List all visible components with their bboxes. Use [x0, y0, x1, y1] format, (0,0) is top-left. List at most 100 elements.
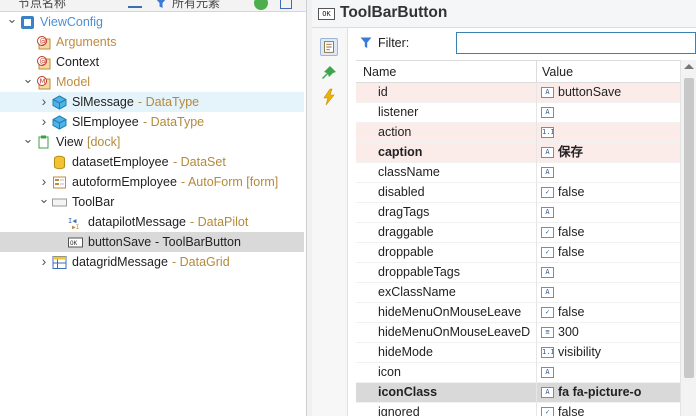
property-row[interactable]: action 1.1 [356, 123, 680, 143]
property-value-cell[interactable]: Afa fa-picture-o [537, 383, 680, 402]
property-name: ignored [378, 405, 420, 416]
tree-header-title: 节点名称 [18, 0, 67, 10]
property-row[interactable]: listener A [356, 103, 680, 123]
chevron-down-icon[interactable]: ⌄ [6, 12, 18, 32]
properties-icon[interactable] [320, 38, 338, 56]
tree-node[interactable]: @ Context [0, 52, 304, 72]
tree-node[interactable]: I◀ ▶I datapilotMessage - DataPilot [0, 212, 304, 232]
chevron-down-icon[interactable]: ⌄ [22, 132, 34, 152]
property-value-cell[interactable]: A [537, 103, 680, 122]
property-name: iconClass [378, 385, 438, 399]
property-row[interactable]: disabled ✓ false [356, 183, 680, 203]
tree-node-label: View [56, 135, 83, 149]
property-value-cell[interactable]: 1.1 visibility [537, 343, 680, 362]
property-row[interactable]: caption A 保存 [356, 143, 680, 163]
text-type-icon: A [541, 367, 554, 378]
property-row[interactable]: dragTags A [356, 203, 680, 223]
chevron-right-icon[interactable]: › [38, 92, 50, 112]
property-value-cell[interactable]: ✓ false [537, 183, 680, 202]
property-row[interactable]: draggable ✓ false [356, 223, 680, 243]
tree-node[interactable]: › SlEmployee - DataType [0, 112, 304, 132]
tree-node[interactable]: ⌄ M Model [0, 72, 304, 92]
property-grid-header: Name Value [356, 61, 680, 83]
filter-input[interactable] [456, 32, 696, 54]
tree-node[interactable]: › datagridMessage - DataGrid [0, 252, 304, 272]
property-value-cell[interactable]: ✓ false [537, 243, 680, 262]
tree-node[interactable]: OK buttonSave - ToolBarButton [0, 232, 304, 252]
property-row[interactable]: droppable ✓ false [356, 243, 680, 263]
filter-icon[interactable] [154, 0, 168, 9]
panel-title: ToolBarButton [340, 4, 448, 21]
tree-node[interactable]: › autoformEmployee - AutoForm [form] [0, 172, 304, 192]
property-row[interactable]: icon A [356, 363, 680, 383]
scrollbar-thumb[interactable] [684, 78, 694, 378]
lightning-icon[interactable] [320, 88, 338, 106]
property-value-cell[interactable]: ✓ false [537, 403, 680, 416]
property-row[interactable]: hideMode 1.1 visibility [356, 343, 680, 363]
element-filter-select[interactable]: 所有元素 [172, 0, 220, 11]
chevron-right-icon[interactable]: › [38, 252, 50, 272]
svg-text:@: @ [40, 58, 47, 66]
property-name: droppable [378, 245, 434, 259]
chevron-right-icon[interactable]: › [38, 172, 50, 192]
text-type-icon: A [541, 107, 554, 118]
tree-node-label: Context [56, 55, 100, 69]
property-row[interactable]: iconClass Afa fa-picture-o [356, 383, 680, 403]
pin-icon[interactable] [320, 64, 338, 82]
column-header-name[interactable]: Name [363, 65, 396, 79]
property-value-cell[interactable]: 1.1 [537, 123, 680, 142]
property-row[interactable]: droppableTags A [356, 263, 680, 283]
property-row[interactable]: exClassName A [356, 283, 680, 303]
properties-panel: OK ToolBarButton Filter: Name Value id Ab… [312, 0, 696, 416]
property-value-cell[interactable]: ✓ false [537, 223, 680, 242]
property-row[interactable]: ignored ✓ false [356, 403, 680, 416]
property-name: disabled [378, 185, 425, 199]
boolean-type-icon: ✓ [541, 227, 554, 238]
property-value-cell[interactable]: A [537, 283, 680, 302]
chevron-down-icon[interactable]: ⌄ [22, 72, 34, 92]
tree-node[interactable]: ⌄ ToolBar [0, 192, 304, 212]
tree-node[interactable]: ⌄ ViewConfig [0, 12, 304, 32]
property-value: buttonSave [558, 85, 622, 99]
property-row[interactable]: id AbuttonSave [356, 83, 680, 103]
boolean-type-icon: ✓ [541, 307, 554, 318]
property-row[interactable]: hideMenuOnMouseLeaveD ≡ 300 [356, 323, 680, 343]
tree-node[interactable]: datasetEmployee - DataSet [0, 152, 304, 172]
svg-text:@: @ [40, 38, 47, 46]
collapse-all-icon[interactable] [128, 0, 142, 8]
property-value-cell[interactable]: A [537, 203, 680, 222]
number-type-icon: 1.1 [541, 347, 554, 358]
boolean-type-icon: ✓ [541, 247, 554, 258]
text-type-icon: A [541, 87, 554, 98]
context-icon: @ [36, 55, 51, 70]
scroll-up-icon[interactable] [684, 64, 694, 69]
tree-node[interactable]: › SlMessage - DataType [0, 92, 304, 112]
tree-node-label: SlEmployee [72, 115, 139, 129]
property-value-cell[interactable]: A [537, 163, 680, 182]
tree-node-type: - DataPilot [190, 215, 249, 229]
tree-node[interactable]: ⌄ View [dock] [0, 132, 304, 152]
property-value-cell[interactable]: A 保存 [537, 143, 680, 162]
vertical-scrollbar[interactable] [680, 60, 696, 416]
tree-node[interactable]: @ Arguments [0, 32, 304, 52]
property-row[interactable]: className A [356, 163, 680, 183]
property-name: caption [378, 145, 423, 159]
column-header-value[interactable]: Value [542, 65, 573, 79]
tree-node-label: datagridMessage [72, 255, 168, 269]
tree-view-icon[interactable] [280, 0, 292, 9]
property-name: hideMenuOnMouseLeave [378, 305, 522, 319]
property-row[interactable]: hideMenuOnMouseLeave ✓ false [356, 303, 680, 323]
column-separator[interactable] [536, 61, 537, 83]
property-value-cell[interactable]: ✓ false [537, 303, 680, 322]
chevron-right-icon[interactable]: › [38, 112, 50, 132]
property-value-cell[interactable]: A [537, 363, 680, 382]
text-type-icon: A [541, 267, 554, 278]
go-icon[interactable] [254, 0, 268, 10]
property-value-cell[interactable]: A [537, 263, 680, 282]
chevron-down-icon[interactable]: ⌄ [38, 192, 50, 212]
property-value-cell[interactable]: AbuttonSave [537, 83, 680, 102]
tree-node-type: [dock] [87, 135, 121, 149]
panel-title-bar: OK ToolBarButton [312, 0, 696, 28]
number-type-icon: 1.1 [541, 127, 554, 138]
property-value-cell[interactable]: ≡ 300 [537, 323, 680, 342]
